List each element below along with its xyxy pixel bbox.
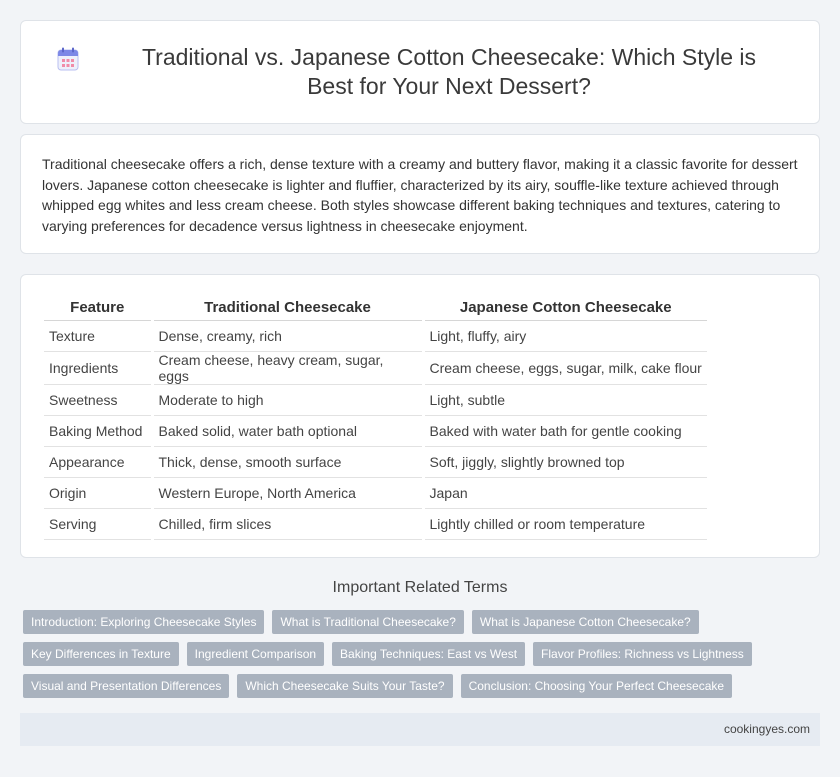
intro-paragraph: Traditional cheesecake offers a rich, de… [42, 156, 798, 234]
title-card: Traditional vs. Japanese Cotton Cheeseca… [20, 20, 820, 124]
feature-cell: Origin [44, 477, 152, 509]
tag-row: Visual and Presentation Differences Whic… [23, 674, 813, 698]
related-terms-heading: Important Related Terms [332, 579, 508, 596]
japanese-cell: Cream cheese, eggs, sugar, milk, cake fl… [421, 351, 707, 385]
tag-link[interactable]: Visual and Presentation Differences [23, 674, 230, 698]
table-row: Origin Western Europe, North America Jap… [44, 477, 707, 509]
table-row: Baking Method Baked solid, water bath op… [44, 415, 707, 447]
japanese-cell: Soft, jiggly, slightly browned top [421, 446, 707, 478]
tag-link[interactable]: Baking Techniques: East vs West [332, 642, 526, 666]
header-japanese: Japanese Cotton Cheesecake [421, 295, 707, 321]
tag-link[interactable]: Key Differences in Texture [23, 642, 179, 666]
japanese-cell: Japan [421, 477, 707, 509]
japanese-cell: Light, subtle [421, 384, 707, 416]
table-row: Serving Chilled, firm slices Lightly chi… [44, 508, 707, 540]
tag-link[interactable]: Flavor Profiles: Richness vs Lightness [533, 642, 752, 666]
feature-cell: Sweetness [44, 384, 152, 416]
footer-bar: cookingyes.com [20, 713, 820, 746]
traditional-cell: Thick, dense, smooth surface [150, 446, 423, 478]
traditional-cell: Baked solid, water bath optional [150, 415, 423, 447]
table-row: Texture Dense, creamy, rich Light, fluff… [44, 320, 707, 352]
tag-link[interactable]: What is Japanese Cotton Cheesecake? [471, 610, 699, 634]
traditional-cell: Dense, creamy, rich [150, 320, 423, 352]
feature-cell: Appearance [44, 446, 152, 478]
table-row: Appearance Thick, dense, smooth surface … [44, 446, 707, 478]
table-row: Sweetness Moderate to high Light, subtle [44, 384, 707, 416]
tag-row: Key Differences in Texture Ingredient Co… [23, 642, 813, 666]
japanese-cell: Lightly chilled or room temperature [421, 508, 707, 540]
tag-link[interactable]: Introduction: Exploring Cheesecake Style… [23, 610, 265, 634]
feature-cell: Texture [44, 320, 152, 352]
tag-link[interactable]: Conclusion: Choosing Your Perfect Cheese… [460, 674, 733, 698]
site-name[interactable]: cookingyes.com [724, 722, 810, 736]
tag-link[interactable]: What is Traditional Cheesecake? [272, 610, 464, 634]
feature-cell: Ingredients [44, 351, 152, 385]
traditional-cell: Cream cheese, heavy cream, sugar, eggs [150, 351, 423, 385]
traditional-cell: Western Europe, North America [150, 477, 423, 509]
japanese-cell: Light, fluffy, airy [421, 320, 707, 352]
feature-cell: Baking Method [44, 415, 152, 447]
tag-link[interactable]: Which Cheesecake Suits Your Taste? [237, 674, 453, 698]
table-row: Ingredients Cream cheese, heavy cream, s… [44, 351, 707, 385]
comparison-card: Feature Traditional Cheesecake Japanese … [20, 274, 820, 558]
feature-cell: Serving [44, 508, 152, 540]
tag-link[interactable]: Ingredient Comparison [186, 642, 325, 666]
comparison-table: Feature Traditional Cheesecake Japanese … [44, 295, 707, 540]
japanese-cell: Baked with water bath for gentle cooking [421, 415, 707, 447]
intro-card: Traditional cheesecake offers a rich, de… [20, 134, 820, 254]
header-traditional: Traditional Cheesecake [150, 295, 423, 321]
header-feature: Feature [44, 295, 152, 321]
traditional-cell: Moderate to high [150, 384, 423, 416]
page-title: Traditional vs. Japanese Cotton Cheeseca… [141, 44, 757, 99]
table-header-row: Feature Traditional Cheesecake Japanese … [44, 295, 707, 321]
traditional-cell: Chilled, firm slices [150, 508, 423, 540]
tag-row: Introduction: Exploring Cheesecake Style… [23, 610, 813, 634]
related-terms-tags: Introduction: Exploring Cheesecake Style… [23, 610, 813, 706]
